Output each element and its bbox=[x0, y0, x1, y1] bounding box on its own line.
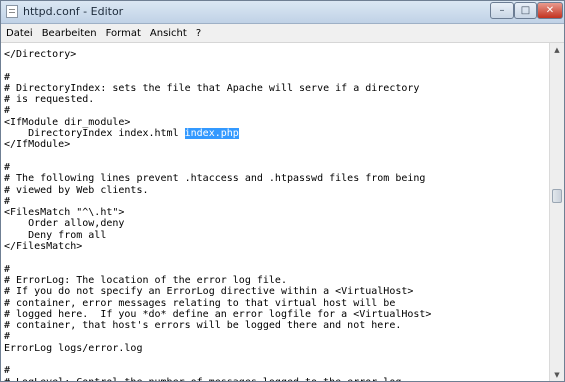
menu-bar: Datei Bearbeiten Format Ansicht ? bbox=[1, 24, 564, 43]
file-content: </Directory> # # DirectoryIndex: sets th… bbox=[4, 49, 431, 381]
scroll-thumb[interactable] bbox=[552, 189, 562, 203]
scroll-up-icon[interactable]: ▲ bbox=[550, 46, 564, 54]
scroll-down-icon[interactable]: ▼ bbox=[550, 371, 564, 379]
minimize-icon: – bbox=[499, 5, 505, 16]
menu-ansicht[interactable]: Ansicht bbox=[146, 28, 191, 39]
menu-help[interactable]: ? bbox=[192, 28, 205, 39]
maximize-icon: □ bbox=[520, 5, 531, 16]
close-icon: ✕ bbox=[545, 5, 555, 16]
vertical-scrollbar[interactable]: ▲ ▼ bbox=[549, 43, 564, 381]
maximize-button[interactable]: □ bbox=[514, 2, 537, 19]
minimize-button[interactable]: – bbox=[490, 2, 514, 19]
text-editor-area[interactable]: </Directory> # # DirectoryIndex: sets th… bbox=[1, 43, 549, 381]
close-button[interactable]: ✕ bbox=[537, 2, 563, 19]
text-after-selection: </IfModule> # # The following lines prev… bbox=[4, 139, 432, 381]
selected-text[interactable]: index.php bbox=[184, 128, 239, 140]
notepad-icon bbox=[6, 5, 18, 18]
editor-window: httpd.conf - Editor – □ ✕ Datei Bearbeit… bbox=[0, 0, 565, 382]
menu-format[interactable]: Format bbox=[102, 28, 145, 39]
menu-datei[interactable]: Datei bbox=[2, 28, 37, 39]
title-bar[interactable]: httpd.conf - Editor – □ ✕ bbox=[1, 1, 564, 24]
menu-bearbeiten[interactable]: Bearbeiten bbox=[38, 28, 101, 39]
window-title: httpd.conf - Editor bbox=[23, 5, 124, 18]
text-before-selection: </Directory> # # DirectoryIndex: sets th… bbox=[4, 49, 420, 140]
